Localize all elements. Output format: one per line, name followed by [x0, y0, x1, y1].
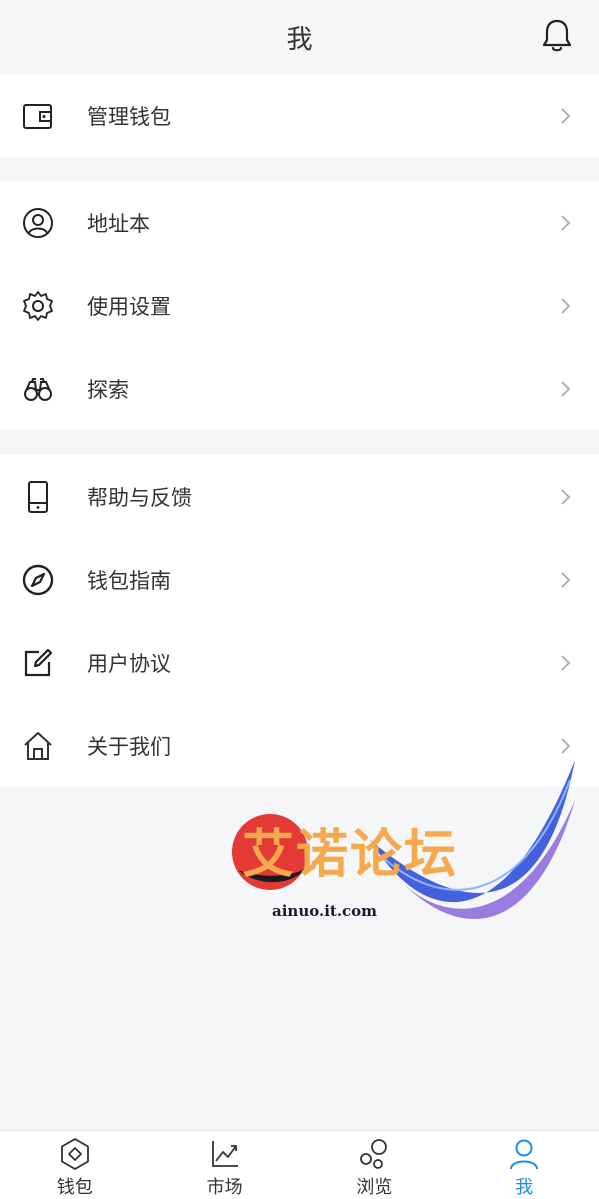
settings-group: 地址本 使用设置 探索: [0, 181, 599, 430]
watermark-text: 艾诺论坛: [242, 825, 459, 885]
watermark-logo: 艾诺论坛 ainuo.it.com: [230, 760, 580, 960]
tab-label: 我: [515, 1177, 534, 1198]
row-label: 地址本: [87, 211, 150, 236]
row-label: 使用设置: [87, 294, 171, 319]
row-address-book[interactable]: 地址本: [0, 181, 599, 264]
bell-icon[interactable]: [541, 18, 573, 54]
tab-browse[interactable]: 浏览: [300, 1131, 450, 1199]
row-help-feedback[interactable]: 帮助与反馈: [0, 455, 599, 538]
row-settings[interactable]: 使用设置: [0, 264, 599, 347]
wallet-group: 管理钱包: [0, 74, 599, 157]
chevron-right-icon: [561, 737, 571, 754]
tab-label: 钱包: [56, 1177, 93, 1198]
chevron-right-icon: [561, 107, 571, 124]
chevron-right-icon: [561, 571, 571, 588]
tab-me[interactable]: 我: [449, 1131, 599, 1199]
chevron-right-icon: [561, 380, 571, 397]
row-label: 钱包指南: [87, 568, 171, 593]
tab-wallet[interactable]: 钱包: [0, 1131, 150, 1199]
row-label: 关于我们: [87, 734, 171, 759]
chevron-right-icon: [561, 654, 571, 671]
chevron-right-icon: [561, 297, 571, 314]
wallet-icon: [22, 100, 54, 132]
bubbles-icon: [360, 1139, 388, 1169]
wallet-diamond-icon: [60, 1138, 89, 1170]
chart-icon: [211, 1141, 238, 1167]
edit-icon: [22, 647, 54, 679]
tab-label: 市场: [206, 1177, 243, 1198]
user-circle-icon: [22, 207, 54, 239]
binoculars-icon: [22, 373, 54, 405]
row-label: 帮助与反馈: [87, 485, 192, 510]
watermark-url: ainuo.it.com: [272, 902, 378, 920]
page-title: 我: [286, 24, 313, 55]
person-icon: [510, 1139, 539, 1170]
row-explore[interactable]: 探索: [0, 347, 599, 430]
chevron-right-icon: [561, 488, 571, 505]
row-manage-wallet[interactable]: 管理钱包: [0, 74, 599, 157]
top-bar: 我: [0, 0, 599, 74]
row-label: 探索: [87, 377, 129, 402]
chevron-right-icon: [561, 214, 571, 231]
tab-label: 浏览: [356, 1177, 393, 1198]
tab-market[interactable]: 市场: [150, 1131, 300, 1199]
compass-icon: [22, 564, 54, 596]
row-label: 管理钱包: [87, 104, 171, 129]
bottom-tab-bar: 钱包 市场 浏览 我: [0, 1130, 599, 1199]
help-group: 帮助与反馈 钱包指南 用户协议 关于我们: [0, 455, 599, 787]
gear-icon: [22, 290, 54, 322]
row-wallet-guide[interactable]: 钱包指南: [0, 538, 599, 621]
row-label: 用户协议: [87, 651, 171, 676]
home-icon: [22, 730, 54, 762]
phone-icon: [22, 480, 54, 513]
row-user-agreement[interactable]: 用户协议: [0, 621, 599, 704]
